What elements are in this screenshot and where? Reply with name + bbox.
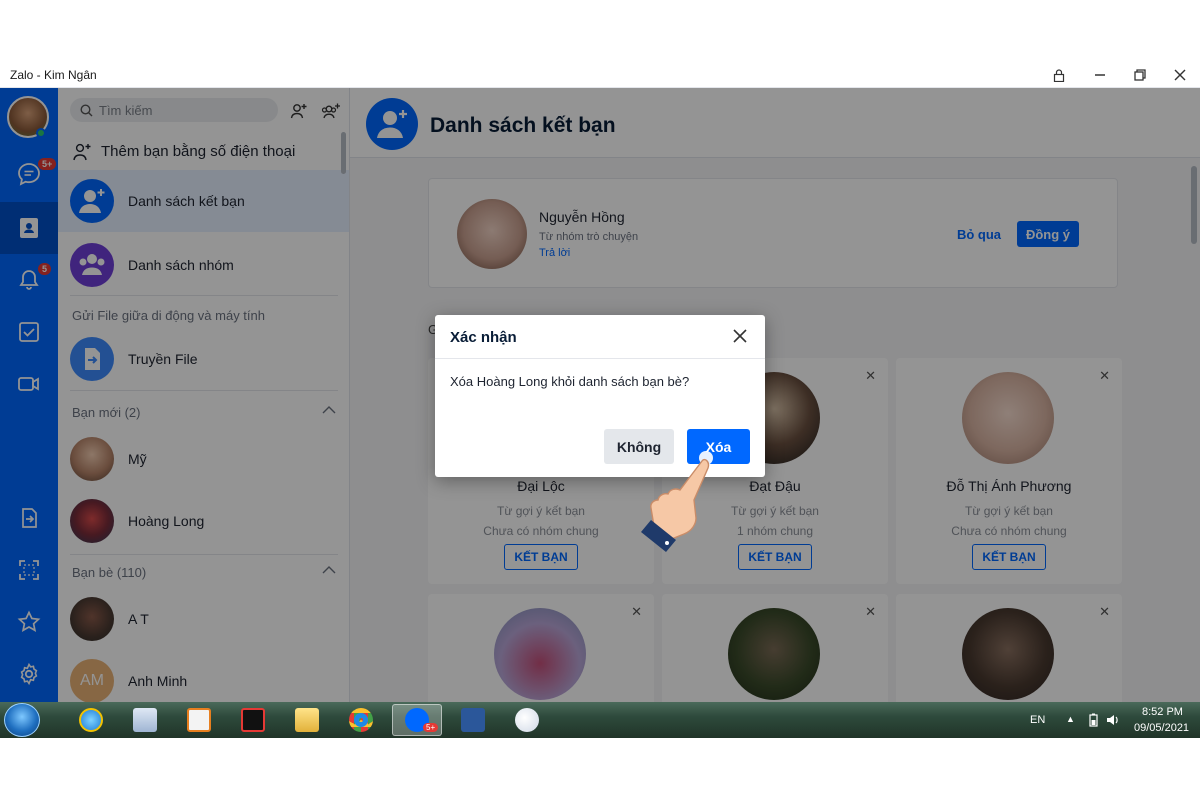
taskbar-explorer[interactable] [282,704,332,736]
lock-icon[interactable] [1044,65,1074,85]
taskbar-calculator[interactable] [120,704,170,736]
zalo-taskbar-badge: 5+ [423,723,439,732]
taskbar-paint[interactable] [502,704,552,736]
close-window-button[interactable] [1165,65,1195,85]
browser-icon [79,708,103,732]
taskbar: 5+ EN ▲ 8:52 PM 09/05/2021 [0,702,1200,738]
dialog-title: Xác nhận [450,329,517,346]
paint-icon [515,708,539,732]
clock-date[interactable]: 09/05/2021 [1134,722,1189,734]
media-player-icon [187,708,211,732]
window-titlebar: Zalo - Kim Ngân [0,62,1200,88]
start-button[interactable] [4,703,40,737]
word-icon [461,708,485,732]
game-launcher-icon [241,708,265,732]
taskbar-media[interactable] [174,704,224,736]
close-icon[interactable] [729,325,751,347]
chrome-icon [349,708,373,732]
system-tray: EN ▲ 8:52 PM 09/05/2021 [1010,702,1200,738]
restore-button[interactable] [1125,65,1155,85]
folder-icon [295,708,319,732]
taskbar-ie[interactable] [66,704,116,736]
taskbar-zalo[interactable]: 5+ [392,704,442,736]
taskbar-garena[interactable] [228,704,278,736]
language-indicator[interactable]: EN [1030,714,1045,726]
tray-expand-icon[interactable]: ▲ [1066,714,1075,724]
pointing-hand-icon [641,451,713,552]
dialog-message: Xóa Hoàng Long khỏi danh sách bạn bè? [450,374,690,389]
clock-time[interactable]: 8:52 PM [1142,706,1183,718]
window-title: Zalo - Kim Ngân [10,68,97,82]
minimize-button[interactable] [1085,65,1115,85]
battery-icon[interactable] [1088,713,1098,730]
taskbar-chrome[interactable] [336,704,386,736]
screen: Zalo - Kim Ngân 5+ 5 Tìm kiếm Thêm bạn b… [0,62,1200,738]
taskbar-word[interactable] [448,704,498,736]
divider [435,358,765,359]
volume-icon[interactable] [1106,713,1120,730]
calculator-icon [133,708,157,732]
